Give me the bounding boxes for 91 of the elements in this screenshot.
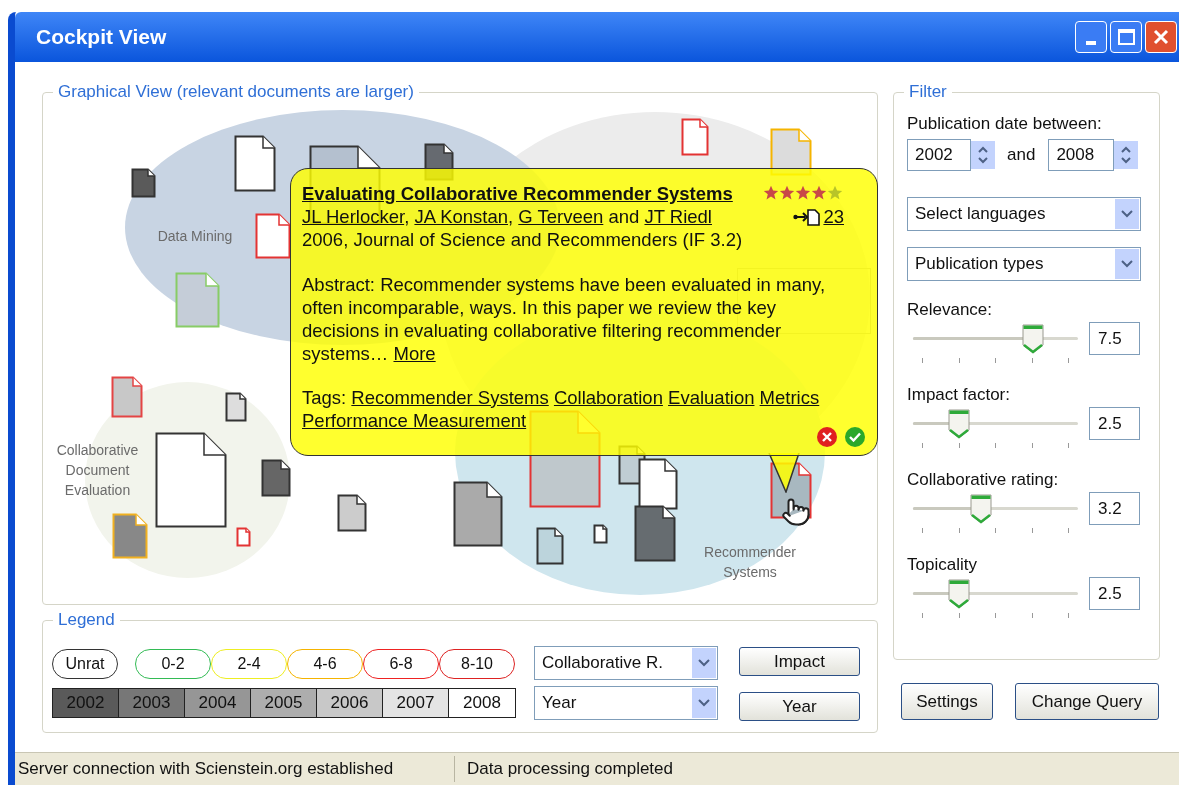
reject-button[interactable] xyxy=(817,427,837,447)
document-icon[interactable] xyxy=(337,494,367,532)
rating-chip: 2-4 xyxy=(211,649,287,679)
tag-link[interactable]: Performance Measurement xyxy=(302,410,527,431)
status-text: Data processing completed xyxy=(466,758,673,781)
document-icon[interactable] xyxy=(453,481,503,547)
document-icon[interactable] xyxy=(225,392,247,422)
slider-thumb[interactable] xyxy=(1022,323,1045,354)
year-field[interactable]: 2008 xyxy=(1048,139,1115,171)
close-button[interactable] xyxy=(1145,21,1177,53)
year-cell: 2004 xyxy=(185,689,251,717)
dropdown[interactable]: Collaborative R. xyxy=(534,646,718,680)
tags-line: Tags: Recommender Systems Collaboration Evaluation Metrics Performance Measurement xyxy=(302,386,821,432)
year-cell: 2003 xyxy=(119,689,185,717)
slider-thumb[interactable] xyxy=(948,408,971,439)
slider-label: Relevance: xyxy=(907,299,994,321)
action-button[interactable]: Change Query xyxy=(1015,683,1159,720)
author-link[interactable]: JA Konstan xyxy=(414,206,508,227)
dropdown[interactable]: Select languages xyxy=(907,197,1141,231)
year-field[interactable]: 2002 xyxy=(907,139,971,171)
rating-chip: 0-2 xyxy=(135,649,211,679)
tag-link[interactable]: Metrics xyxy=(759,387,820,408)
maximize-button[interactable] xyxy=(1110,21,1142,53)
author-line: JL Herlocker, JA Konstan, G Terveen and JT Riedl xyxy=(302,205,712,228)
abstract-text: Abstract: Recommender systems have been evaluated in many, often incomparable, ways. In this paper we review the key decisions in evaluating collaborative filtering recommender systems… More xyxy=(302,273,827,365)
slider-value-field[interactable]: 3.2 xyxy=(1089,492,1140,525)
spinner-icon[interactable] xyxy=(1114,141,1139,169)
action-button[interactable]: Settings xyxy=(901,683,993,720)
dropdown[interactable]: Year xyxy=(534,686,718,720)
rating-chip: 6-8 xyxy=(363,649,439,679)
legend-button[interactable]: Impact xyxy=(739,647,860,676)
star-icon xyxy=(795,185,811,201)
rating-chip: 4-6 xyxy=(287,649,363,679)
tag-link[interactable]: Recommender Systems xyxy=(351,387,549,408)
spinner-icon[interactable] xyxy=(971,141,995,169)
slider-track[interactable] xyxy=(913,323,1078,354)
accept-button[interactable] xyxy=(845,427,865,447)
star-icon xyxy=(811,185,827,201)
slider-value-field[interactable]: 2.5 xyxy=(1089,577,1140,610)
year-cell: 2007 xyxy=(383,689,449,717)
check-icon xyxy=(849,432,861,442)
author-link[interactable]: G Terveen xyxy=(518,206,604,227)
slider-label: Collaborative rating: xyxy=(907,469,1060,491)
author-link[interactable]: JT Riedl xyxy=(644,206,712,227)
author-link[interactable]: JL Herlocker xyxy=(302,206,405,227)
slider-value-field[interactable]: 7.5 xyxy=(1089,322,1140,355)
citation-icon xyxy=(793,207,822,226)
star-icon xyxy=(827,185,843,201)
slider-track[interactable] xyxy=(913,408,1078,439)
document-icon[interactable] xyxy=(234,135,276,192)
more-link[interactable]: More xyxy=(393,343,436,364)
slider-track[interactable] xyxy=(913,578,1078,609)
document-icon[interactable] xyxy=(155,432,227,528)
publication-source: 2006, Journal of Science and Recommenders (IF 3.2) xyxy=(302,228,744,251)
x-icon xyxy=(822,432,832,442)
tag-link[interactable]: Evaluation xyxy=(668,387,755,408)
star-icon xyxy=(763,185,779,201)
slider-track[interactable] xyxy=(913,493,1078,524)
document-title-link[interactable]: Evaluating Collaborative Recommender Systems xyxy=(302,182,733,205)
document-icon[interactable] xyxy=(261,459,291,497)
citation-count-link[interactable]: 23 xyxy=(823,205,844,228)
status-text: Server connection with Scienstein.org established xyxy=(15,756,455,782)
slider-value-field[interactable]: 2.5 xyxy=(1089,407,1140,440)
slider-thumb[interactable] xyxy=(969,493,992,524)
year-cell: 2002 xyxy=(53,689,119,717)
document-icon[interactable] xyxy=(131,168,156,198)
slider-label: Impact factor: xyxy=(907,384,1011,406)
document-icon[interactable] xyxy=(593,524,608,544)
rating-chip: Unrat xyxy=(52,649,118,679)
year-cell: 2005 xyxy=(251,689,317,717)
and-label: and xyxy=(1007,144,1036,167)
star-icon xyxy=(779,185,795,201)
tag-link[interactable]: Collaboration xyxy=(553,387,663,408)
minimize-button[interactable] xyxy=(1075,21,1107,53)
date-range-label: Publication date between: xyxy=(907,113,1103,135)
slider-label: Topicality xyxy=(907,554,978,576)
close-icon xyxy=(1153,29,1169,45)
document-icon[interactable] xyxy=(536,527,564,565)
window-title: Cockpit View xyxy=(36,24,167,51)
cluster-label: Collaborative Document Evaluation xyxy=(55,441,140,500)
hand-cursor-icon xyxy=(781,497,811,527)
document-icon[interactable] xyxy=(638,458,678,510)
legend-button[interactable]: Year xyxy=(739,692,860,721)
document-icon[interactable] xyxy=(255,213,291,259)
cluster-label: Recommender Systems xyxy=(703,543,797,582)
cluster-label: Data Mining xyxy=(156,227,234,246)
slider-thumb[interactable] xyxy=(948,578,971,609)
year-cell: 2006 xyxy=(317,689,383,717)
dropdown[interactable]: Publication types xyxy=(907,247,1141,281)
rating-chip: 8-10 xyxy=(439,649,515,679)
document-icon[interactable] xyxy=(634,505,676,562)
